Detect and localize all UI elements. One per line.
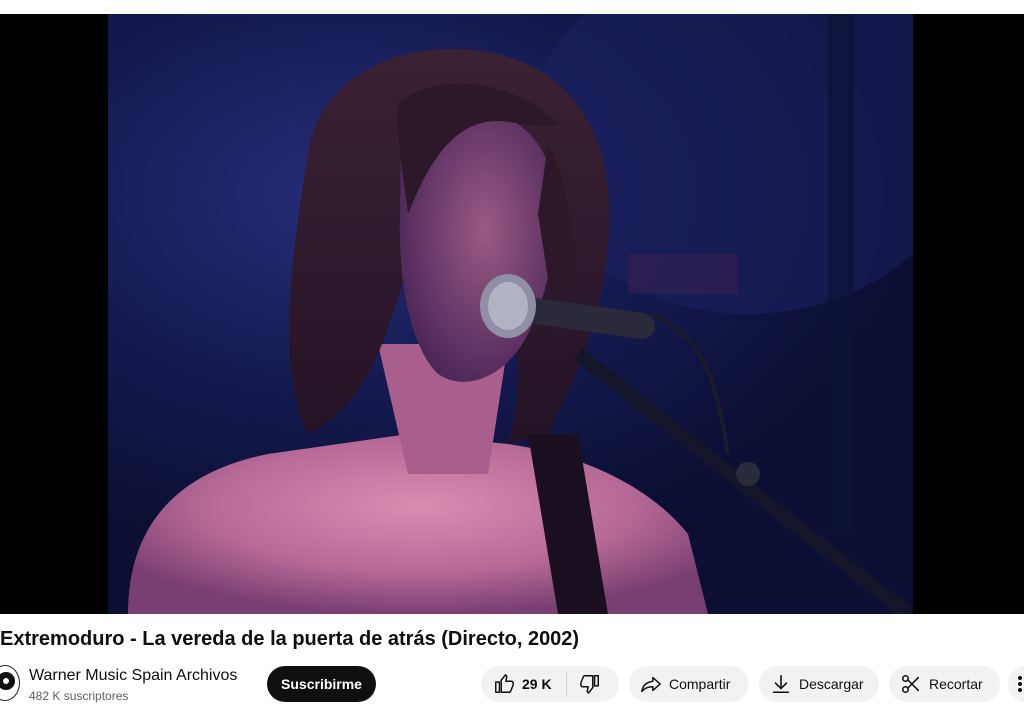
thumbs-up-icon xyxy=(493,673,515,695)
concert-scene-image xyxy=(128,14,913,614)
clip-label: Recortar xyxy=(929,676,983,692)
subscribe-button[interactable]: Suscribirme xyxy=(267,666,376,702)
more-dots-icon xyxy=(1016,673,1024,695)
share-button[interactable]: Compartir xyxy=(629,666,749,702)
channel-name[interactable]: Warner Music Spain Archivos xyxy=(29,667,237,685)
download-icon xyxy=(770,673,792,695)
scissors-icon xyxy=(900,673,922,695)
more-actions-button[interactable] xyxy=(1008,666,1024,702)
download-label: Descargar xyxy=(799,676,864,692)
download-button[interactable]: Descargar xyxy=(759,666,879,702)
like-count: 29 K xyxy=(522,676,552,692)
clip-button[interactable]: Recortar xyxy=(889,666,1000,702)
like-dislike-group: 29 K xyxy=(481,666,619,702)
video-frame[interactable] xyxy=(108,14,913,614)
video-player[interactable] xyxy=(0,14,1024,614)
page-top-strip xyxy=(0,0,1024,14)
channel-row: Warner Music Spain Archivos 482 K suscri… xyxy=(0,662,1024,712)
thumbs-down-icon xyxy=(579,673,601,695)
video-title: Extremoduro - La vereda de la puerta de … xyxy=(0,628,580,650)
like-button[interactable]: 29 K xyxy=(481,666,552,702)
subscriber-count: 482 K suscriptores xyxy=(29,689,129,703)
dislike-button[interactable] xyxy=(567,666,601,702)
share-icon xyxy=(640,673,662,695)
channel-avatar[interactable] xyxy=(0,665,20,701)
share-label: Compartir xyxy=(669,676,731,692)
